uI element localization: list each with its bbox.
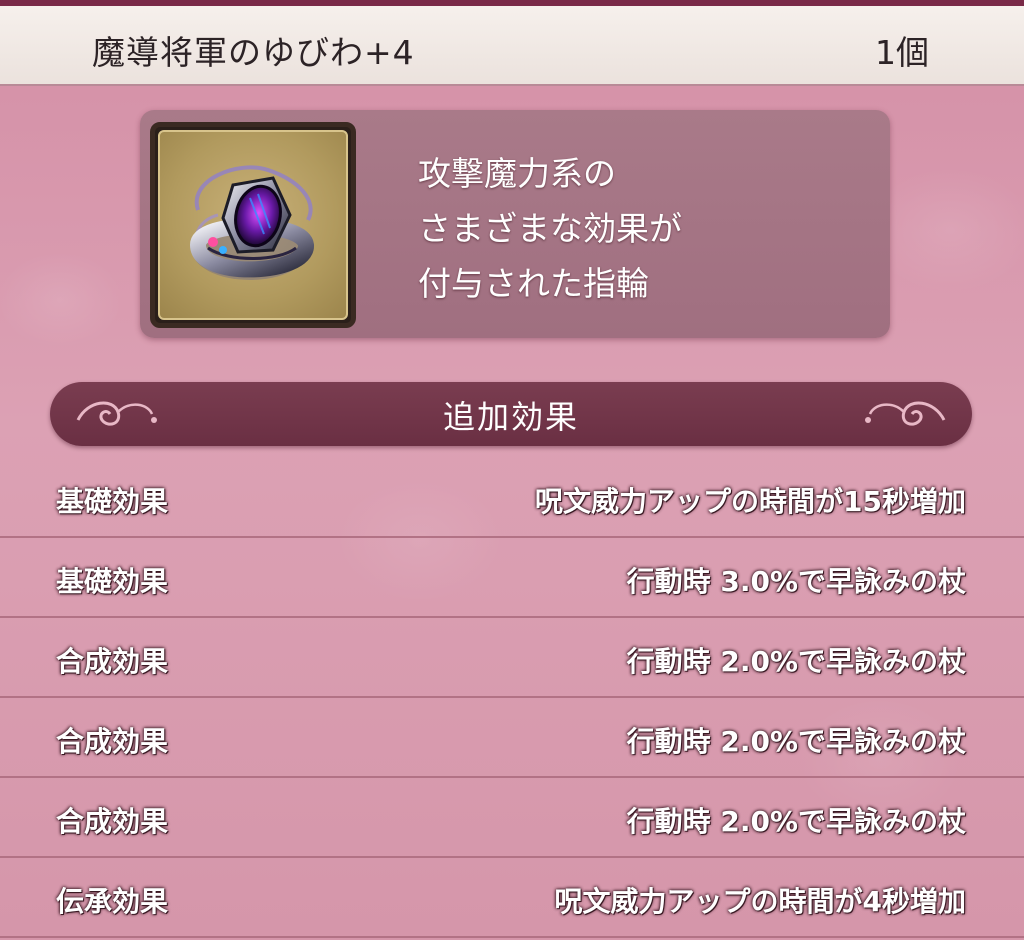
description-line: さまざまな効果が — [418, 209, 682, 248]
item-detail-screen: 魔導将軍のゆびわ+4 1個 攻撃魔力系の さまざまな効果が 付与された指輪 追加… — [0, 0, 1024, 940]
ring-icon — [189, 165, 314, 280]
item-info-panel: 攻撃魔力系の さまざまな効果が 付与された指輪 — [140, 110, 890, 338]
effect-value: 行動時 2.0%で早詠みの杖 — [626, 725, 966, 758]
effect-type: 基礎効果 — [56, 565, 169, 598]
effect-type: 基礎効果 — [56, 485, 169, 518]
effect-value: 行動時 3.0%で早詠みの杖 — [626, 565, 966, 598]
effect-value: 呪文威力アップの時間が15秒増加 — [535, 485, 966, 518]
effect-row: 基礎効果 行動時 3.0%で早詠みの杖 — [0, 538, 1024, 618]
effect-row: 伝承効果 呪文威力アップの時間が4秒増加 — [0, 858, 1024, 938]
item-name: 魔導将軍のゆびわ+4 — [92, 33, 415, 72]
effect-row: 合成効果 行動時 2.0%で早詠みの杖 — [0, 618, 1024, 698]
effect-row: 基礎効果 呪文威力アップの時間が15秒増加 — [0, 458, 1024, 538]
effect-value: 行動時 2.0%で早詠みの杖 — [626, 805, 966, 838]
item-header: 魔導将軍のゆびわ+4 1個 — [0, 6, 1024, 86]
section-title: 追加効果 — [442, 398, 579, 436]
section-banner: 追加効果 — [50, 382, 972, 446]
flourish-right-icon — [865, 401, 946, 426]
effect-type: 合成効果 — [56, 725, 169, 758]
effect-type: 合成効果 — [56, 645, 169, 678]
description-line: 攻撃魔力系の — [418, 154, 616, 193]
item-count: 1個 — [875, 33, 929, 72]
description-line: 付与された指輪 — [418, 264, 649, 303]
effect-value: 呪文威力アップの時間が4秒増加 — [554, 885, 966, 918]
item-thumbnail[interactable] — [150, 122, 356, 328]
effect-type: 合成効果 — [56, 805, 169, 838]
item-description: 攻撃魔力系の さまざまな効果が 付与された指輪 — [418, 146, 682, 311]
effect-row: 合成効果 行動時 2.0%で早詠みの杖 — [0, 698, 1024, 778]
effect-value: 行動時 2.0%で早詠みの杖 — [626, 645, 966, 678]
effect-row: 合成効果 行動時 2.0%で早詠みの杖 — [0, 778, 1024, 858]
effects-list: 基礎効果 呪文威力アップの時間が15秒増加 基礎効果 行動時 3.0%で早詠みの… — [0, 458, 1024, 938]
effect-type: 伝承効果 — [56, 885, 169, 918]
